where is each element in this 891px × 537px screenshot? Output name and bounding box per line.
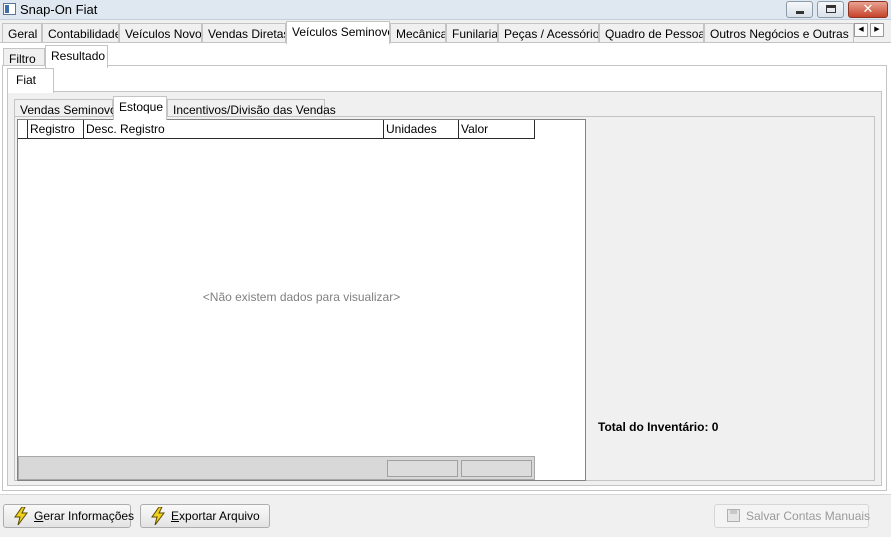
column-header-valor[interactable]: Valor xyxy=(458,120,534,138)
tab-mecanica[interactable]: Mecânica xyxy=(390,23,446,43)
column-header-unidades[interactable]: Unidades xyxy=(383,120,458,138)
app-icon xyxy=(3,3,16,15)
lightning-bolt-icon xyxy=(151,507,165,525)
save-disk-icon xyxy=(727,509,740,522)
tab-estoque[interactable]: Estoque xyxy=(113,96,167,120)
exportar-mnemonic: E xyxy=(171,509,180,523)
bottom-toolbar: Gerar Informações Exportar Arquivo Salva… xyxy=(0,494,891,537)
tab-vendas-diretas[interactable]: Vendas Diretas xyxy=(202,23,286,43)
main-tab-strip: Geral Contabilidade Veículos Novos Venda… xyxy=(0,21,891,44)
footer-total-valor xyxy=(461,460,532,477)
gerar-informacoes-button[interactable]: Gerar Informações xyxy=(3,504,135,528)
close-button[interactable]: ✕ xyxy=(848,1,888,18)
total-inventario-value: 0 xyxy=(711,420,719,434)
fiat-panel: Vendas Seminovos Estoque Incentivos/Divi… xyxy=(7,91,882,486)
exportar-arquivo-button[interactable]: Exportar Arquivo xyxy=(140,504,270,528)
salvar-label: Salvar Contas Manuais xyxy=(746,509,871,523)
tab-fiat[interactable]: Fiat xyxy=(7,68,54,93)
lightning-bolt-icon xyxy=(14,507,28,525)
total-inventario-label: Total do Inventário: xyxy=(598,420,709,434)
empty-grid-message: <Não existem dados para visualizar> xyxy=(202,290,401,304)
tab-scroll-left-icon[interactable]: ◀ xyxy=(854,23,868,37)
tab-pecas-acessorios[interactable]: Peças / Acessórios xyxy=(498,23,599,43)
grid-header: Registro Desc. Registro Unidades Valor xyxy=(18,120,535,139)
tab-quadro-de-pessoas[interactable]: Quadro de Pessoas xyxy=(599,23,704,43)
grid-footer xyxy=(18,456,535,480)
tab-scroll-right-icon[interactable]: ▶ xyxy=(870,23,884,37)
maximize-icon xyxy=(826,5,836,13)
resultado-panel: Fiat Vendas Seminovos Estoque Incentivos… xyxy=(2,65,887,491)
tab-funilaria[interactable]: Funilaria xyxy=(446,23,498,43)
tab-contabilidade[interactable]: Contabilidade xyxy=(42,23,119,43)
content-panel: Filtro Resultado Fiat Vendas Seminovos E… xyxy=(0,43,891,494)
exportar-label: xportar Arquivo xyxy=(179,509,260,523)
tab-resultado[interactable]: Resultado xyxy=(45,45,108,68)
total-inventario: Total do Inventário: 0 xyxy=(598,420,718,434)
maximize-button[interactable] xyxy=(817,1,844,18)
tab-geral[interactable]: Geral xyxy=(2,23,42,43)
tab-veiculos-seminovos[interactable]: Veículos Seminovos xyxy=(286,21,390,44)
column-header-desc-registro[interactable]: Desc. Registro xyxy=(83,120,383,138)
salvar-contas-manuais-button[interactable]: Salvar Contas Manuais xyxy=(714,504,871,528)
tab-outros-negocios[interactable]: Outros Negócios e Outras Mar xyxy=(704,23,854,43)
title-bar: Snap-On Fiat ✕ xyxy=(0,0,891,20)
gerar-label: erar Informações xyxy=(43,509,135,523)
column-header-registro[interactable]: Registro xyxy=(27,120,83,138)
estoque-grid[interactable]: Registro Desc. Registro Unidades Valor <… xyxy=(17,119,586,481)
tab-veiculos-novos[interactable]: Veículos Novos xyxy=(119,23,202,43)
minimize-button[interactable] xyxy=(786,1,813,18)
minimize-icon xyxy=(796,11,804,14)
gerar-mnemonic: G xyxy=(34,509,44,523)
estoque-panel: Registro Desc. Registro Unidades Valor <… xyxy=(14,116,875,481)
footer-total-unidades xyxy=(387,460,458,477)
window-title: Snap-On Fiat xyxy=(20,2,98,17)
close-icon: ✕ xyxy=(862,1,874,16)
